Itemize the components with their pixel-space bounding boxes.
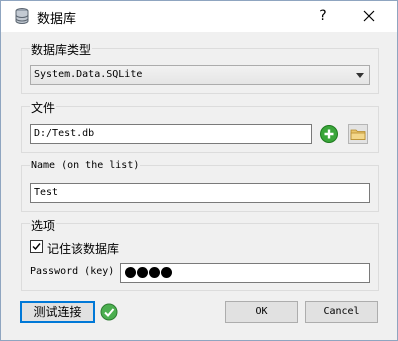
close-icon xyxy=(363,10,375,22)
db-type-value: System.Data.SQLite xyxy=(34,69,143,80)
password-mask xyxy=(125,267,172,278)
remember-checkbox[interactable] xyxy=(30,240,43,253)
options-label: 选项 xyxy=(30,217,57,234)
chevron-down-icon xyxy=(356,73,364,78)
password-dot xyxy=(149,267,160,278)
help-button[interactable]: ? xyxy=(309,5,337,27)
ok-button[interactable]: OK xyxy=(225,301,298,323)
file-path-input[interactable]: D:/Test.db xyxy=(30,124,312,144)
name-label: Name (on the list) xyxy=(30,160,141,171)
window-title: 数据库 xyxy=(37,12,77,27)
password-dot xyxy=(161,267,172,278)
close-button[interactable] xyxy=(355,5,383,27)
add-icon[interactable] xyxy=(319,124,339,144)
checkmark-icon xyxy=(32,243,41,251)
db-type-select[interactable]: System.Data.SQLite xyxy=(30,65,370,85)
database-icon xyxy=(15,8,29,24)
file-label: 文件 xyxy=(30,99,57,116)
cancel-button[interactable]: Cancel xyxy=(305,301,378,323)
db-type-label: 数据库类型 xyxy=(30,41,93,58)
check-icon xyxy=(100,303,118,321)
password-dot xyxy=(125,267,136,278)
title-bar: 数据库 ? xyxy=(1,1,397,32)
password-label: Password (key) xyxy=(30,266,115,277)
password-dot xyxy=(137,267,148,278)
test-connection-button[interactable]: 测试连接 xyxy=(20,301,95,323)
name-input[interactable]: Test xyxy=(30,183,370,203)
folder-icon[interactable] xyxy=(348,124,368,144)
file-path-value: D:/Test.db xyxy=(34,128,95,139)
remember-label[interactable]: 记住该数据库 xyxy=(47,240,119,257)
name-value: Test xyxy=(34,187,59,198)
database-dialog: 数据库 ? 数据库类型 System.Data.SQLite 文件 D:/Tes… xyxy=(0,0,398,341)
password-input[interactable] xyxy=(120,263,370,283)
